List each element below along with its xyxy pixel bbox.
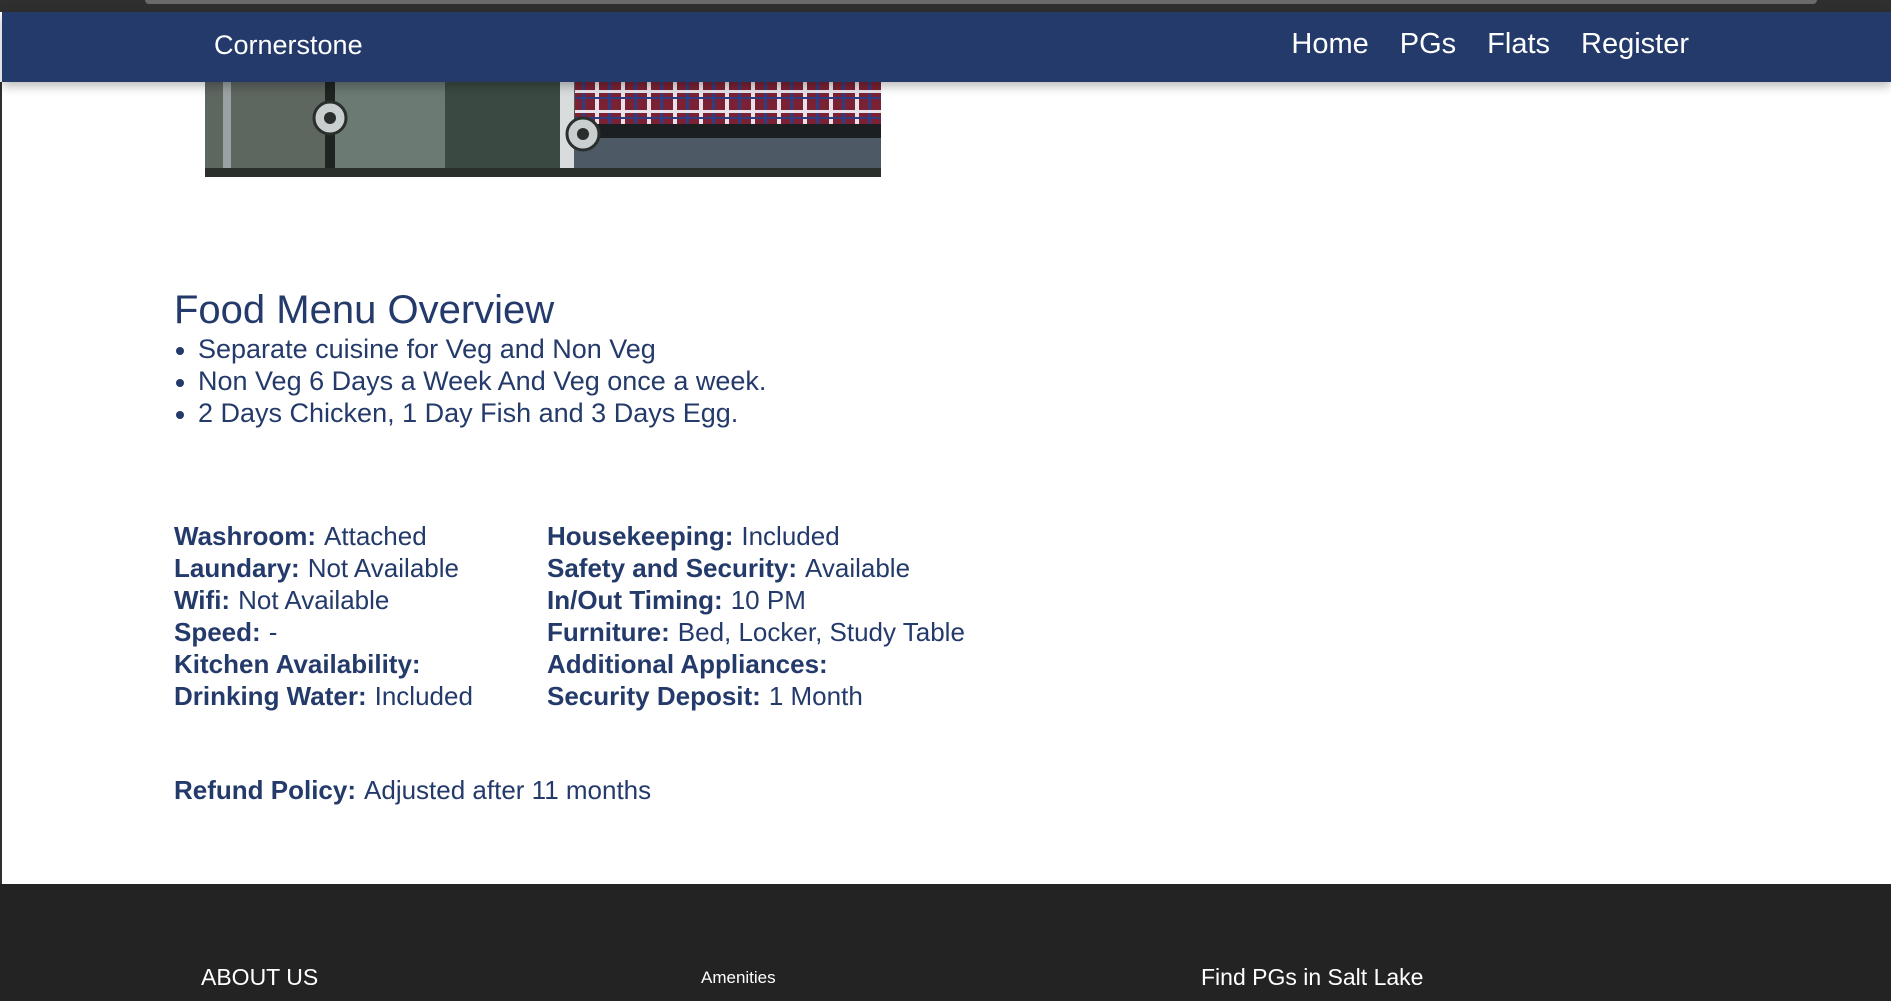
footer: ABOUT US Amenities Find PGs in Salt Lake	[0, 884, 1891, 1001]
nav-link-register[interactable]: Register	[1581, 28, 1689, 61]
amenity-value: Not Available	[307, 553, 459, 583]
nav-link-flats[interactable]: Flats	[1487, 28, 1550, 61]
amenity-label: Speed:	[174, 617, 261, 647]
page: Cornerstone Home PGs Flats Register Food…	[0, 0, 1891, 1001]
amenity-appliances: Additional Appliances:	[547, 648, 965, 680]
amenity-laundary: Laundary: Not Available	[174, 552, 547, 584]
amenity-drinking-water: Drinking Water: Included	[174, 680, 547, 712]
amenity-label: Furniture:	[547, 617, 670, 647]
amenity-value: 10 PM	[730, 585, 806, 615]
amenity-safety: Safety and Security: Available	[547, 552, 965, 584]
amenity-label: Additional Appliances:	[547, 649, 828, 679]
food-menu-list: Separate cuisine for Veg and Non Veg Non…	[174, 333, 766, 429]
amenity-label: Laundary:	[174, 553, 300, 583]
browser-top-edge-highlight	[145, 0, 1817, 4]
nav-link-pgs[interactable]: PGs	[1400, 28, 1456, 61]
amenity-wifi: Wifi: Not Available	[174, 584, 547, 616]
navbar: Cornerstone Home PGs Flats Register	[2, 12, 1891, 82]
amenity-value: Bed, Locker, Study Table	[677, 617, 965, 647]
amenity-label: Housekeeping:	[547, 521, 734, 551]
amenities-left-column: Washroom: Attached Laundary: Not Available…	[174, 520, 547, 712]
amenity-value: Attached	[324, 521, 427, 551]
amenity-furniture: Furniture: Bed, Locker, Study Table	[547, 616, 965, 648]
amenity-label: Kitchen Availability:	[174, 649, 421, 679]
food-menu-section: Food Menu Overview Separate cuisine for …	[174, 287, 766, 429]
amenity-value: -	[268, 617, 278, 647]
amenity-value: Included	[741, 521, 840, 551]
amenity-value: Not Available	[238, 585, 390, 615]
refund-policy-value: Adjusted after 11 months	[364, 775, 652, 805]
nav-links: Home PGs Flats Register	[1291, 28, 1689, 61]
amenity-value: Included	[374, 681, 473, 711]
food-menu-item: 2 Days Chicken, 1 Day Fish and 3 Days Eg…	[174, 397, 766, 429]
refund-policy: Refund Policy: Adjusted after 11 months	[174, 774, 651, 806]
amenity-label: Washroom:	[174, 521, 317, 551]
refund-policy-label: Refund Policy:	[174, 775, 357, 805]
brand-link[interactable]: Cornerstone	[214, 30, 363, 61]
room-photo	[205, 82, 881, 177]
amenity-label: Safety and Security:	[547, 553, 797, 583]
food-menu-item: Separate cuisine for Veg and Non Veg	[174, 333, 766, 365]
amenity-label: Drinking Water:	[174, 681, 367, 711]
amenity-security-deposit: Security Deposit: 1 Month	[547, 680, 965, 712]
room-photo-image	[205, 82, 881, 177]
footer-about-heading: ABOUT US	[201, 964, 319, 990]
amenity-value: Available	[804, 553, 911, 583]
amenity-timing: In/Out Timing: 10 PM	[547, 584, 965, 616]
amenities-section: Washroom: Attached Laundary: Not Available…	[174, 520, 965, 712]
amenity-label: Security Deposit:	[547, 681, 761, 711]
left-divider	[0, 82, 2, 884]
amenities-right-column: Housekeeping: Included Safety and Securit…	[547, 520, 965, 712]
footer-find-pgs-heading: Find PGs in Salt Lake	[1201, 964, 1424, 990]
amenity-washroom: Washroom: Attached	[174, 520, 547, 552]
nav-link-home[interactable]: Home	[1291, 28, 1368, 61]
food-menu-title: Food Menu Overview	[174, 288, 555, 332]
browser-top-edge	[0, 0, 1891, 12]
amenity-speed: Speed: -	[174, 616, 547, 648]
amenity-value: 1 Month	[768, 681, 863, 711]
amenity-kitchen: Kitchen Availability:	[174, 648, 547, 680]
amenity-label: Wifi:	[174, 585, 231, 615]
amenity-label: In/Out Timing:	[547, 585, 723, 615]
amenity-housekeeping: Housekeeping: Included	[547, 520, 965, 552]
footer-amenities-heading: Amenities	[701, 968, 776, 987]
food-menu-item: Non Veg 6 Days a Week And Veg once a wee…	[174, 365, 766, 397]
